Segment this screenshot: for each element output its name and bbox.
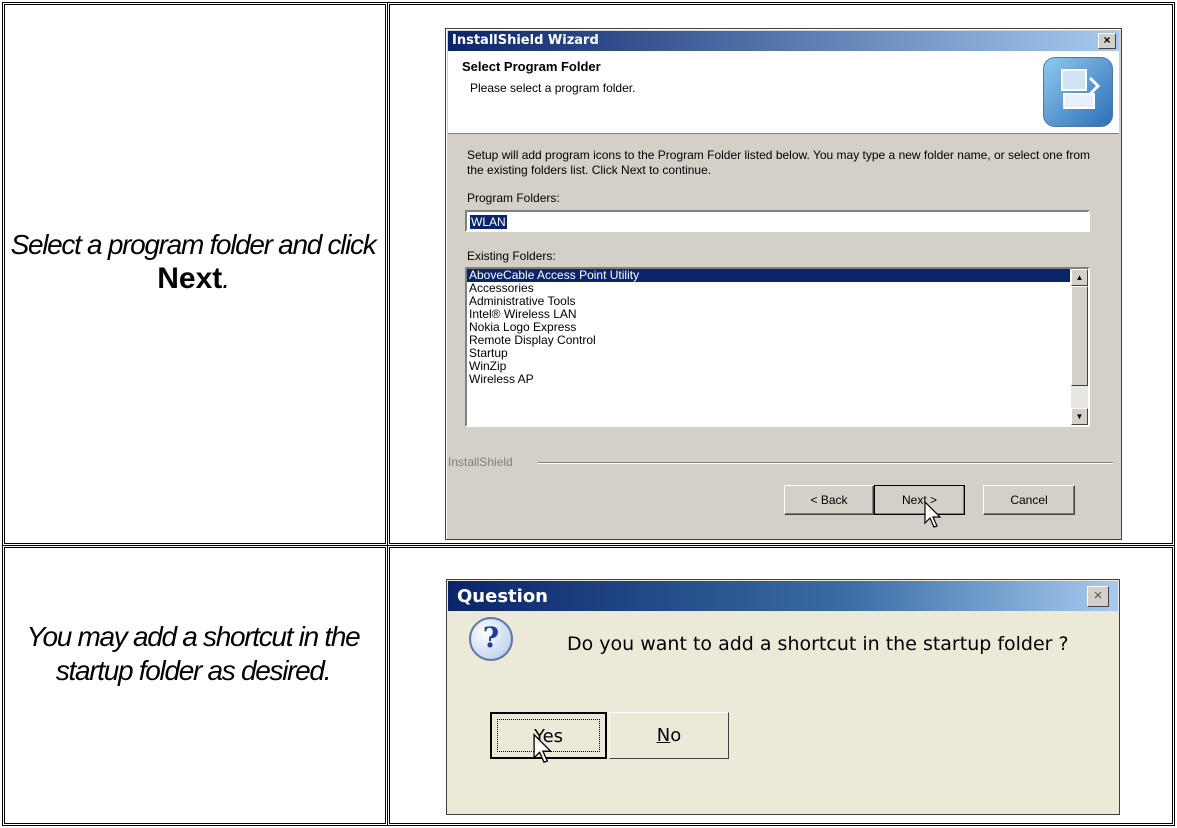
page-subtitle: Please select a program folder.: [470, 81, 636, 95]
list-item[interactable]: Remote Display Control: [467, 334, 1070, 347]
computer-setup-icon: [1043, 57, 1113, 127]
wizard-header: Select Program Folder Please select a pr…: [448, 51, 1119, 134]
installshield-brand: InstallShield: [448, 455, 513, 469]
window-title: InstallShield Wizard: [452, 33, 599, 48]
cancel-button[interactable]: Cancel: [983, 485, 1075, 515]
close-icon[interactable]: ×: [1098, 33, 1116, 49]
instruction-next-keyword: Next: [157, 262, 223, 295]
mouse-pointer-icon: [533, 733, 553, 764]
list-scrollbar[interactable]: ▲ ▼: [1071, 269, 1088, 425]
list-item[interactable]: WinZip: [467, 360, 1070, 373]
question-message: Do you want to add a shortcut in the sta…: [567, 633, 1069, 655]
existing-folders-list[interactable]: AboveCable Access Point Utility Accessori…: [465, 267, 1090, 427]
brand-divider: [538, 462, 1113, 464]
instructions-text: Setup will add program icons to the Prog…: [467, 148, 1090, 177]
list-item[interactable]: AboveCable Access Point Utility: [467, 269, 1070, 282]
question-icon: ?: [469, 617, 513, 661]
question-title: Question: [457, 586, 548, 607]
list-item[interactable]: Wireless AP: [467, 373, 1070, 386]
program-folder-input[interactable]: WLAN: [465, 210, 1090, 232]
no-button[interactable]: No: [609, 712, 729, 759]
installshield-titlebar[interactable]: InstallShield Wizard ×: [448, 31, 1119, 51]
list-item[interactable]: Startup: [467, 347, 1070, 360]
program-folders-label: Program Folders:: [467, 191, 560, 205]
page-title: Select Program Folder: [462, 59, 601, 74]
back-button[interactable]: < Back: [784, 485, 874, 515]
scroll-thumb[interactable]: [1071, 286, 1088, 386]
close-icon[interactable]: ×: [1087, 586, 1109, 607]
scroll-down-icon[interactable]: ▼: [1071, 408, 1088, 425]
next-button[interactable]: Next >: [874, 485, 965, 515]
question-titlebar[interactable]: Question ×: [448, 581, 1118, 611]
instruction-step-2: You may add a shortcut in the startup fo…: [26, 621, 361, 686]
installshield-dialog: InstallShield Wizard × Select Program Fo…: [445, 28, 1122, 540]
mouse-pointer-icon: [924, 501, 942, 528]
question-dialog: Question × ? Do you want to add a shortc…: [446, 579, 1120, 815]
scroll-up-icon[interactable]: ▲: [1071, 269, 1088, 286]
instruction-step-1: Select a program folder and click Next.: [10, 229, 377, 295]
existing-folders-label: Existing Folders:: [467, 249, 556, 263]
